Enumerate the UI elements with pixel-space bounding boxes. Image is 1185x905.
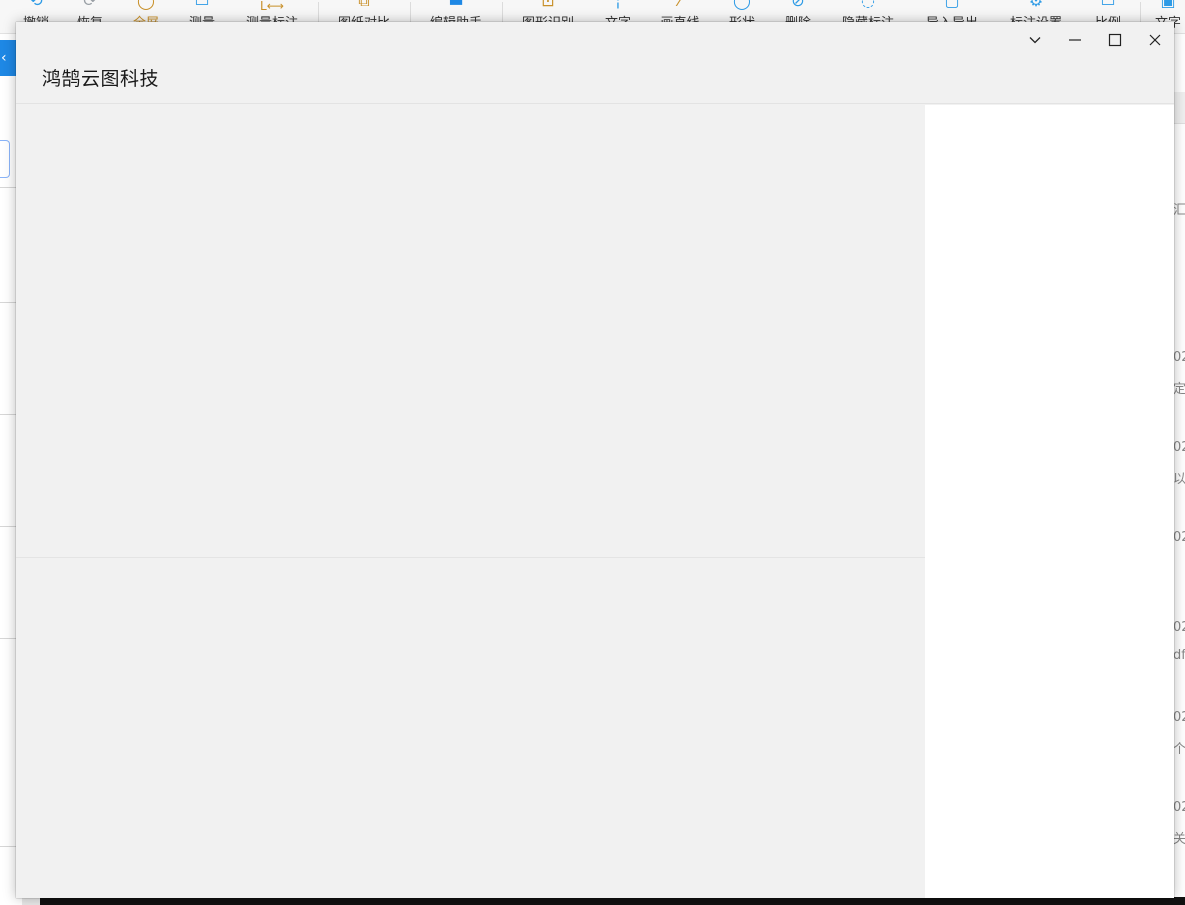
text-icon: ¦ — [615, 0, 621, 10]
close-icon — [1149, 34, 1161, 46]
list-item-fragment: 关 — [1174, 832, 1185, 847]
list-item-fragment: 汇 — [1174, 203, 1185, 218]
app-window: 鸿鹄云图科技 — [16, 22, 1174, 898]
line-icon: ⁄ — [678, 0, 682, 10]
edit-assistant-icon: ▬ — [448, 0, 464, 10]
maximize-button[interactable] — [1095, 24, 1135, 56]
title-bar[interactable]: 鸿鹄云图科技 — [16, 22, 1174, 104]
minimize-icon — [1069, 39, 1081, 41]
undo-icon: ⟲ — [29, 0, 43, 10]
divider — [0, 638, 16, 639]
divider — [0, 187, 16, 188]
dropdown-button[interactable] — [1015, 24, 1055, 56]
divider — [0, 302, 16, 303]
list-item-fragment: 以 — [1174, 472, 1185, 487]
import-export-icon: ▢ — [944, 0, 960, 10]
background-input-edge — [0, 140, 10, 178]
list-item-fragment: 个 — [1174, 742, 1185, 757]
background-right-header — [1174, 92, 1185, 124]
list-item-fragment: 定 — [1174, 382, 1185, 397]
chevron-down-icon — [1029, 37, 1041, 44]
drawing-compare-icon: ⧉ — [358, 0, 370, 10]
taskbar — [22, 897, 1185, 905]
shape-recognition-icon: ⊡ — [541, 0, 555, 10]
delete-icon: ⊘ — [791, 0, 805, 10]
background-right-panel: 汇 02 定 02 以 02 02 df 02 个 02 关 — [1174, 34, 1185, 905]
text-icon: ▣ — [1160, 0, 1176, 10]
list-item-fragment: 02 — [1174, 350, 1185, 365]
chevron-left-icon: ‹ — [1, 50, 7, 66]
redo-icon: ⟳ — [83, 0, 97, 10]
maximize-icon — [1108, 33, 1122, 47]
list-item-fragment: 02 — [1174, 530, 1185, 545]
main-content-area — [16, 105, 925, 898]
divider — [0, 526, 16, 527]
list-item-fragment: 02 — [1174, 710, 1185, 725]
scale-icon: ▭ — [1100, 0, 1116, 10]
taskbar-item — [22, 897, 40, 905]
collapse-panel-button[interactable]: ‹ — [0, 40, 16, 76]
content-divider — [16, 557, 925, 558]
window-title: 鸿鹄云图科技 — [42, 68, 160, 90]
ruler-icon: ▭ — [194, 0, 210, 10]
divider — [0, 414, 16, 415]
shape-icon: ◯ — [733, 0, 751, 10]
list-item-fragment: 02 — [1174, 620, 1185, 635]
hide-annotation-icon: ◌ — [861, 0, 875, 10]
fullscreen-icon: ◯ — [137, 0, 155, 10]
close-button[interactable] — [1135, 24, 1175, 56]
divider — [0, 846, 16, 847]
side-panel — [925, 105, 1174, 898]
list-item-fragment: df — [1174, 648, 1185, 663]
minimize-button[interactable] — [1055, 24, 1095, 56]
list-item-fragment: 02 — [1174, 800, 1185, 815]
annotation-settings-icon: ⚙ — [1028, 0, 1044, 10]
list-item-fragment: 02 — [1174, 440, 1185, 455]
